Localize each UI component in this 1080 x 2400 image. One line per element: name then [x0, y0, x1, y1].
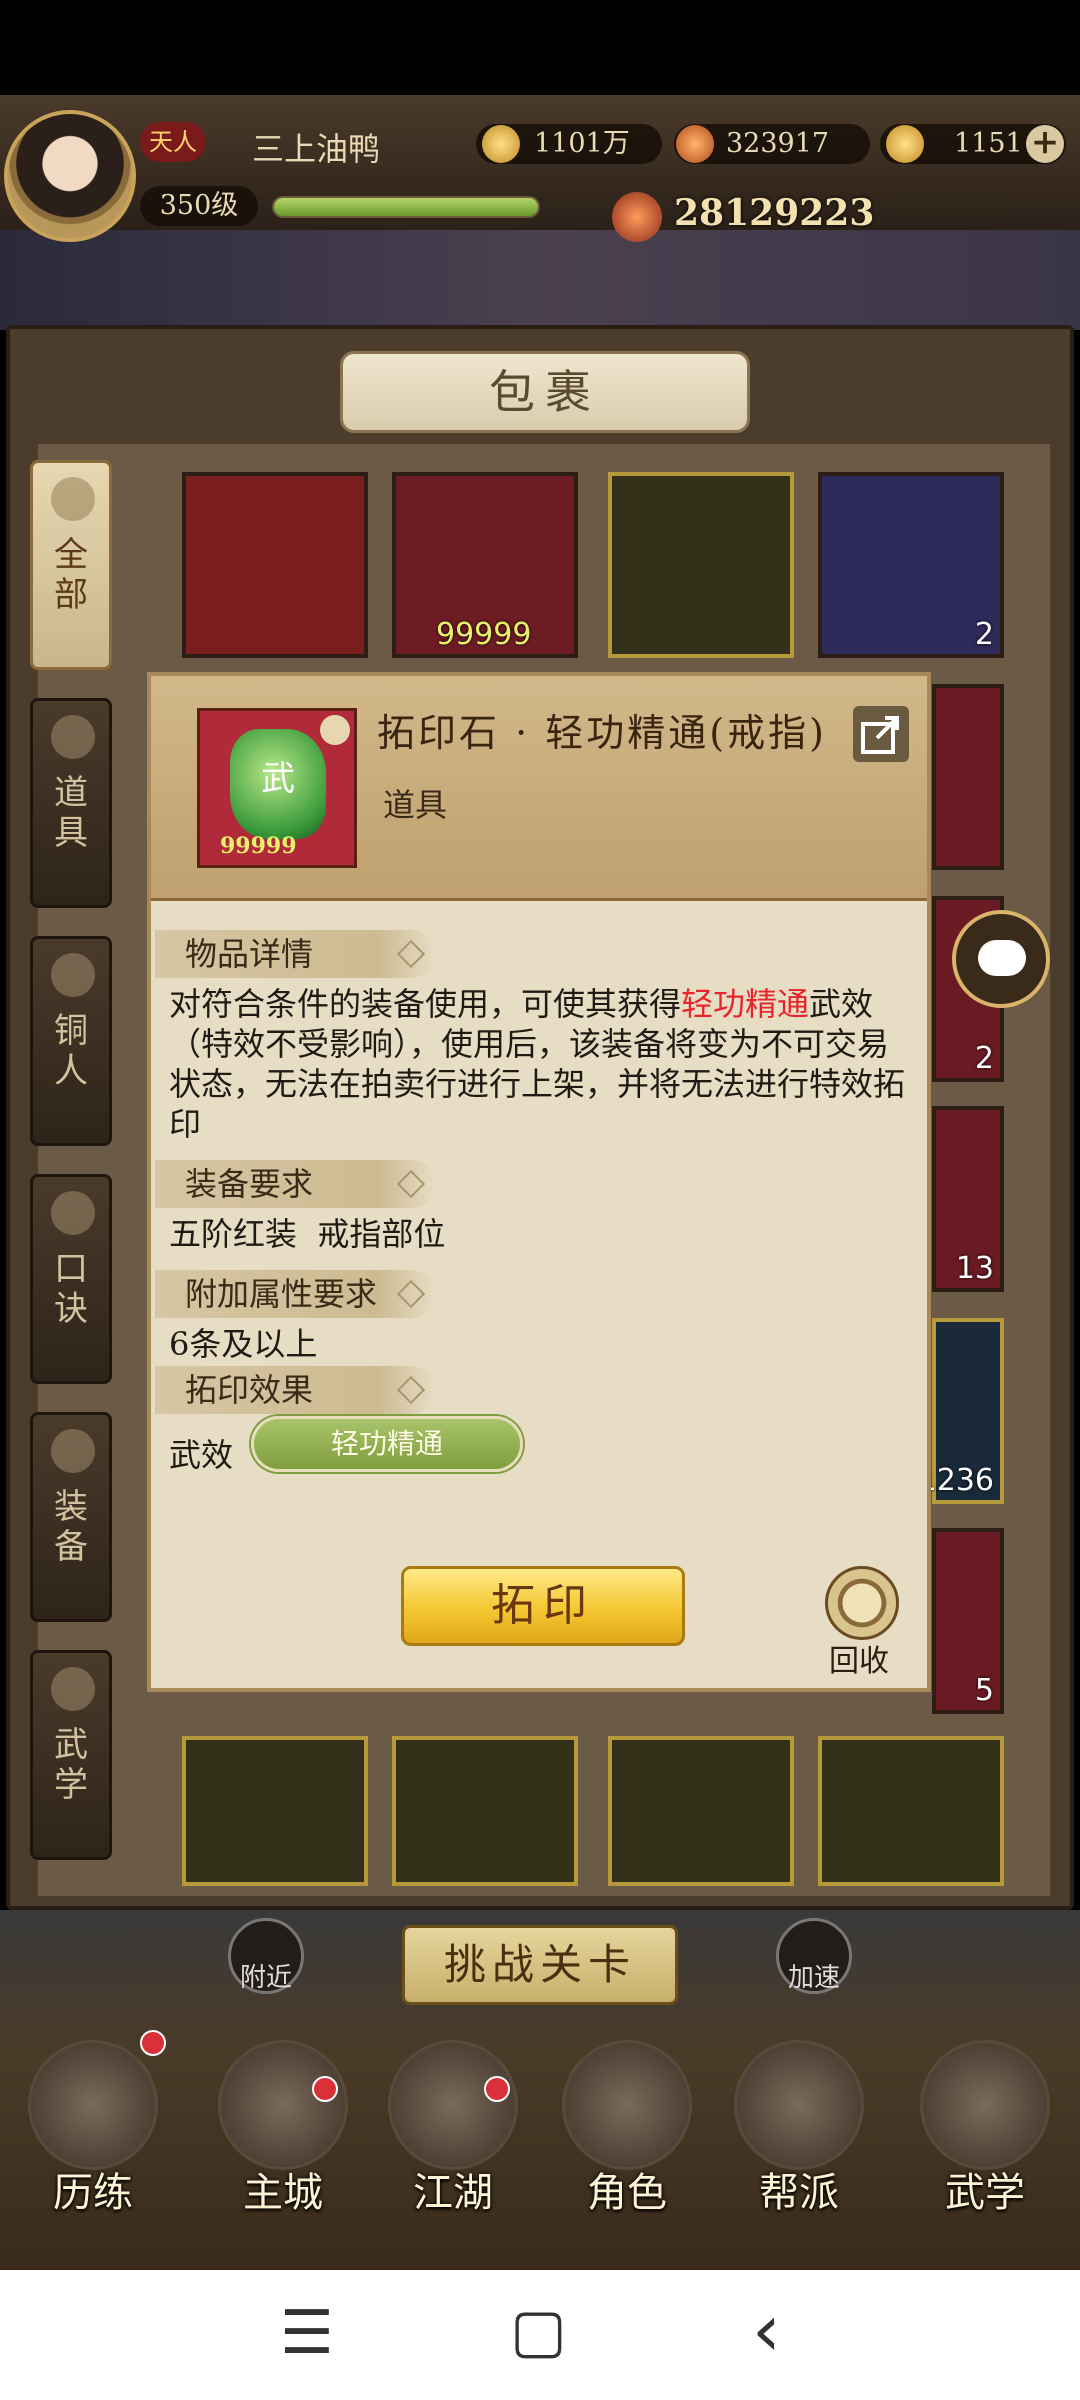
item-detail-dialog: 武 99999 拓印石 · 轻功精通(戒指) 道具 物品详情 对符合条件的装备使…	[147, 672, 931, 1692]
item-type: 道具	[383, 786, 448, 824]
item-icon: 武 99999	[197, 708, 357, 868]
system-nav-bar: ☰ ▢ ‹	[0, 2270, 1080, 2400]
item-name: 拓印石 · 轻功精通(戒指)	[377, 711, 827, 755]
section-header-equip-requirement: 装备要求	[155, 1160, 435, 1208]
tab-equipment[interactable]: 装 备	[30, 1412, 112, 1622]
nav-jianghu[interactable]: 江湖	[378, 2040, 528, 2216]
rank-badge: 天人	[140, 122, 206, 162]
diamond-icon	[396, 1169, 426, 1199]
bag-slot[interactable]: 13	[932, 1106, 1004, 1292]
coins-display: 1101万	[476, 124, 662, 164]
exp-bar	[272, 196, 540, 218]
bag-slot[interactable]: 5	[932, 1528, 1004, 1714]
section-header-attr-requirement: 附加属性要求	[155, 1270, 435, 1318]
character-icon	[562, 2040, 692, 2170]
print-button[interactable]: 拓印	[401, 1566, 685, 1646]
equip-requirement-text: 五阶红装 戒指部位	[169, 1215, 446, 1253]
effect-tag: 轻功精通	[251, 1416, 523, 1472]
jade-stone-icon: 武	[230, 729, 326, 839]
bag-slot[interactable]: 2	[818, 472, 1004, 658]
book-icon	[51, 1667, 95, 1711]
recycle-icon[interactable]	[825, 1566, 899, 1640]
flower-currency-display: 323917	[674, 124, 870, 164]
nearby-button[interactable]: 附近	[228, 1918, 304, 1994]
figure-icon	[51, 953, 95, 997]
home-icon[interactable]: ▢	[510, 2296, 567, 2366]
notification-dot	[140, 2030, 166, 2056]
bag-slot[interactable]	[818, 1736, 1004, 1886]
nav-training[interactable]: 历练	[18, 2040, 168, 2216]
gold-ingot-icon	[886, 125, 924, 163]
bag-slot[interactable]: 1236	[918, 1318, 1004, 1504]
bag-slot[interactable]	[608, 1736, 794, 1886]
player-avatar[interactable]	[4, 110, 136, 242]
back-icon[interactable]: ‹	[752, 2288, 781, 2372]
nav-guild[interactable]: 帮派	[724, 2040, 874, 2216]
diamond-icon	[396, 1375, 426, 1405]
bag-slot[interactable]	[932, 684, 1004, 870]
training-icon	[28, 2040, 158, 2170]
bag-slot[interactable]	[392, 1736, 578, 1886]
item-description: 对符合条件的装备使用，可使其获得轻功精通武效（特效不受影响），使用后，该装备将变…	[169, 985, 906, 1143]
section-header-detail: 物品详情	[155, 930, 435, 978]
chat-bubble-icon	[978, 940, 1026, 976]
tab-bronze-man[interactable]: 铜 人	[30, 936, 112, 1146]
player-level: 350级	[140, 186, 258, 226]
guild-icon	[734, 2040, 864, 2170]
section-header-print-effect: 拓印效果	[155, 1366, 435, 1414]
notification-dot	[312, 2076, 338, 2102]
copper-coin-icon	[482, 125, 520, 163]
armor-icon	[51, 1429, 95, 1473]
chat-button[interactable]	[952, 910, 1050, 1008]
sword-icon	[388, 2040, 518, 2170]
add-gold-button[interactable]: +	[1026, 125, 1064, 163]
recycle-label[interactable]: 回收	[829, 1636, 889, 1680]
flower-icon	[676, 125, 714, 163]
bag-slot[interactable]	[608, 472, 794, 658]
bag-slot[interactable]: 99999	[392, 472, 578, 658]
player-name: 三上油鸭	[252, 130, 381, 168]
challenge-stage-button[interactable]: 挑战关卡	[402, 1925, 678, 2005]
bag-slot[interactable]	[182, 1736, 368, 1886]
diamond-icon	[396, 939, 426, 969]
nav-character[interactable]: 角色	[552, 2040, 702, 2216]
effect-label: 武效	[169, 1436, 234, 1474]
tab-items[interactable]: 道 具	[30, 698, 112, 908]
bag-slot[interactable]	[182, 472, 368, 658]
fan-icon	[51, 477, 95, 521]
nav-main-city[interactable]: 主城	[208, 2040, 358, 2216]
tab-formula[interactable]: 口 诀	[30, 1174, 112, 1384]
share-icon	[861, 716, 899, 754]
diamond-icon	[396, 1279, 426, 1309]
attr-requirement-text: 6条及以上	[169, 1325, 318, 1363]
tab-all[interactable]: 全 部	[30, 460, 112, 670]
item-icon-count: 99999	[220, 833, 297, 859]
bag-title: 包裹	[340, 351, 750, 433]
world-scene-backdrop	[0, 230, 1080, 330]
menu-icon[interactable]: ☰	[280, 2298, 334, 2368]
scrolls-icon	[920, 2040, 1050, 2170]
scroll-icon	[51, 1191, 95, 1235]
speedup-button[interactable]: 加速	[776, 1918, 852, 1994]
power-value: 28129223	[674, 192, 875, 234]
bind-mark-icon	[320, 715, 350, 745]
share-button[interactable]	[853, 706, 909, 762]
pouch-icon	[51, 715, 95, 759]
dialog-header: 武 99999 拓印石 · 轻功精通(戒指) 道具	[151, 676, 927, 901]
nav-martial-arts[interactable]: 武学	[910, 2040, 1060, 2216]
notification-dot	[484, 2076, 510, 2102]
city-icon	[218, 2040, 348, 2170]
power-icon	[612, 192, 662, 242]
tab-martial-arts[interactable]: 武 学	[30, 1650, 112, 1860]
